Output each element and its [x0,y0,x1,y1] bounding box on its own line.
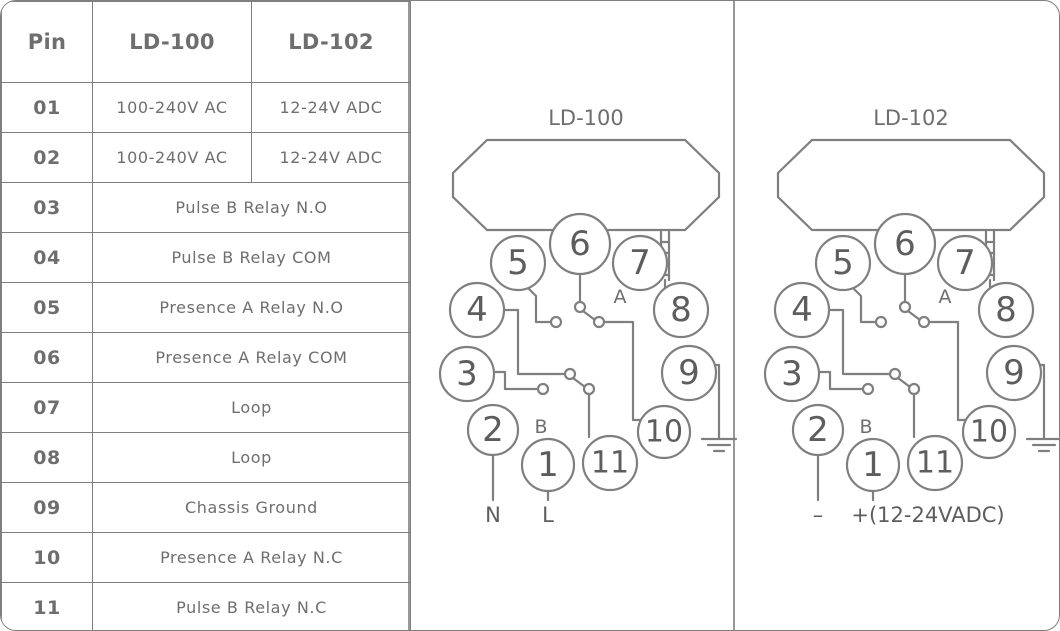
cell-pin: 09 [1,482,93,533]
pin-number-6: 6 [569,224,591,264]
table-row: 01 100-240V AC 12-24V ADC [1,82,411,133]
relay-b-nc-contact-node [907,382,921,396]
cell-shared-value: Pulse B Relay COM [92,232,411,283]
cell-pin: 05 [1,282,93,333]
cell-shared-value: Presence A Relay N.O [92,282,411,333]
wiring-reference-figure: Pin LD-100 LD-102 01 100-240V AC 12-24V AD… [0,0,1060,631]
diagram-content: LD-100 A B 123 45 6 78 9 10 11 N L [438,106,738,527]
pin-number-11: 11 [591,446,629,481]
relay-a-blade [581,309,597,322]
wire-nc-to-pin10 [602,320,649,422]
pin-number-3: 3 [781,354,803,394]
relay-a-blade [906,309,922,322]
diagram-ld-102: LD-102 A B 123 45 6 78 9 10 11 – +(12-24VADC) [763,106,1059,527]
cell-pin: 02 [1,132,93,183]
pin-number-10: 10 [645,415,683,450]
pin-number-7: 7 [629,243,651,283]
cell-pin: 10 [1,532,93,583]
cell-pin: 07 [1,382,93,433]
pin-number-2: 2 [482,410,504,450]
pin-number-1: 1 [537,445,559,485]
pin-number-5: 5 [507,243,529,283]
table-row: 10 Presence A Relay N.C [1,532,411,583]
cell-ld102-value: 12-24V ADC [251,132,411,183]
table-row: 03 Pulse B Relay N.O [1,182,411,233]
table-row: 11 Pulse B Relay N.C [1,582,411,630]
terminal-label-pin2: N [485,503,501,527]
relay-b-label: B [859,416,872,438]
wire-pin5-to-no [525,285,553,324]
pin-number-11: 11 [916,446,954,481]
diagram-content: LD-102 A B 123 45 6 78 9 10 11 – +(12-24VADC) [763,106,1059,527]
wiring-diagrams: LD-100AB12345 6 7891011N L LD-102AB12345 6 78… [408,1,1059,630]
cell-pin: 11 [1,582,93,630]
relay-a-nc-contact-node [917,315,931,329]
cell-pin: 08 [1,432,93,483]
relay-b-no-contact-node [861,382,875,396]
header-pin: Pin [1,1,93,83]
relay-b-label: B [534,416,547,438]
pin-number-8: 8 [995,290,1017,330]
pin-number-3: 3 [456,354,478,394]
table-row: 08 Loop [1,432,411,483]
pin-number-8: 8 [670,290,692,330]
relay-b-blade [571,376,587,389]
pin-number-4: 4 [466,290,488,330]
device-title: LD-100 [548,106,624,130]
relay-b-blade [896,376,912,389]
pin-number-9: 9 [1003,353,1025,393]
table-row: 06 Presence A Relay COM [1,332,411,383]
relay-a-label: A [614,286,627,308]
terminal-label-pin1: L [542,503,554,527]
device-title: LD-102 [873,106,949,130]
cell-shared-value: Chassis Ground [92,482,411,533]
table-row: 05 Presence A Relay N.O [1,282,411,333]
cell-ld100-value: 100-240V AC [92,82,252,133]
relay-a-no-contact-node [874,315,888,329]
wire-pin5-to-no [850,285,878,324]
cell-pin: 06 [1,332,93,383]
pin-number-4: 4 [791,290,813,330]
cell-ld102-value: 12-24V ADC [251,82,411,133]
header-ld102: LD-102 [251,1,411,83]
pin-number-2: 2 [807,410,829,450]
pin-number-9: 9 [678,353,700,393]
pin-assignment-table: Pin LD-100 LD-102 01 100-240V AC 12-24V AD… [1,1,411,630]
pin-number-6: 6 [894,224,916,264]
wire-nc-to-pin10 [927,320,974,422]
cell-shared-value: Loop [92,432,411,483]
cell-shared-value: Loop [92,382,411,433]
table-row: 07 Loop [1,382,411,433]
header-ld100: LD-100 [92,1,252,83]
cell-shared-value: Pulse B Relay N.O [92,182,411,233]
header-row: Pin LD-100 LD-102 [1,1,411,83]
cell-pin: 03 [1,182,93,233]
pin-number-10: 10 [970,415,1008,450]
terminal-label-pin2: – [813,503,824,527]
table-header: Pin LD-100 LD-102 [1,1,411,83]
pin-number-7: 7 [954,243,976,283]
table-body: 01 100-240V AC 12-24V ADC 02 100-240V AC 12-2… [1,82,411,630]
relay-a-label: A [939,286,952,308]
relay-a-no-contact-node [549,315,563,329]
pin-number-1: 1 [862,445,884,485]
pin-number-5: 5 [832,243,854,283]
relay-a-nc-contact-node [592,315,606,329]
cell-shared-value: Presence A Relay N.C [92,532,411,583]
table-row: 02 100-240V AC 12-24V ADC [1,132,411,183]
cell-shared-value: Presence A Relay COM [92,332,411,383]
cell-pin: 01 [1,82,93,133]
table-row: 09 Chassis Ground [1,482,411,533]
cell-pin: 04 [1,232,93,283]
table-row: 04 Pulse B Relay COM [1,232,411,283]
relay-b-nc-contact-node [582,382,596,396]
cell-shared-value: Pulse B Relay N.C [92,582,411,630]
terminal-label-pin1: +(12-24VADC) [851,503,1004,527]
cell-ld100-value: 100-240V AC [92,132,252,183]
relay-b-no-contact-node [536,382,550,396]
diagram-ld-100: LD-100 A B 123 45 6 78 9 10 11 N L [438,106,738,527]
